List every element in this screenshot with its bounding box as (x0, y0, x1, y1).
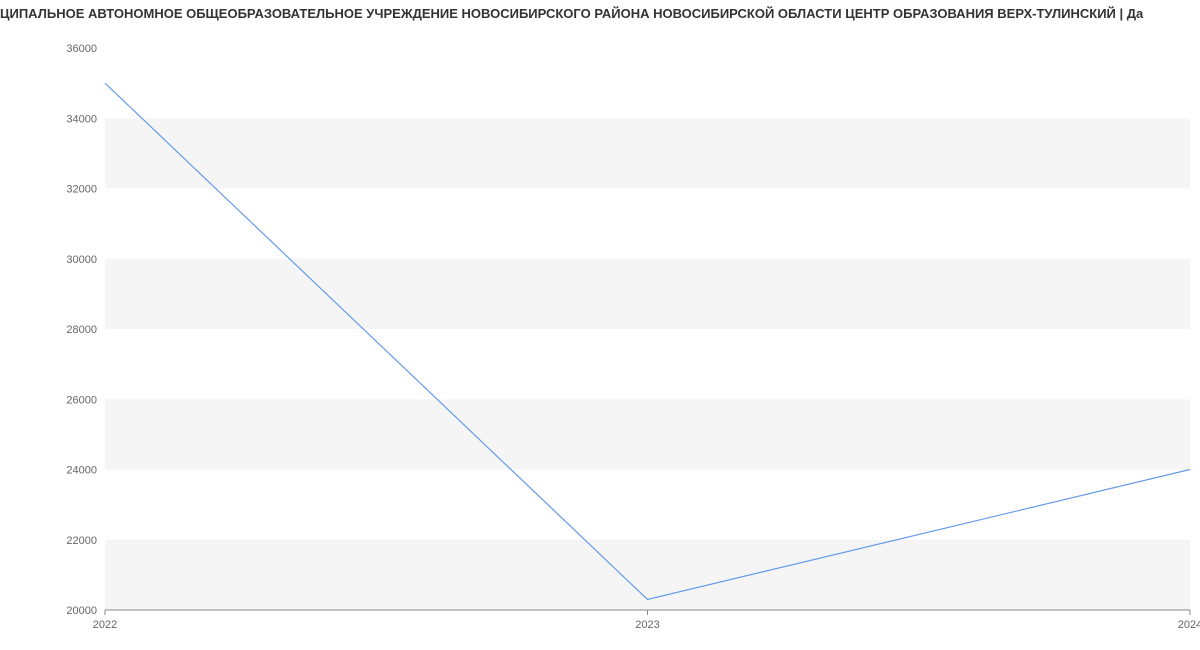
y-tick-label: 32000 (66, 184, 97, 196)
x-tick-label: 2023 (635, 619, 659, 631)
y-tick-label: 28000 (66, 324, 97, 336)
y-tick-label: 36000 (66, 43, 97, 55)
x-tick-label: 2022 (93, 619, 117, 631)
grid-band (105, 259, 1190, 329)
y-tick-label: 22000 (66, 535, 97, 547)
grid-band (105, 399, 1190, 469)
chart-area: 20000 22000 24000 26000 28000 30000 32000 34000… (0, 30, 1200, 650)
y-tick-label: 20000 (66, 605, 97, 617)
y-tick-label: 30000 (66, 254, 97, 266)
x-tick-label: 2024 (1178, 619, 1200, 631)
y-tick-label: 24000 (66, 465, 97, 477)
chart-svg: 20000 22000 24000 26000 28000 30000 32000 34000… (0, 30, 1200, 650)
y-tick-label: 34000 (66, 113, 97, 125)
chart-title: ЦИПАЛЬНОЕ АВТОНОМНОЕ ОБЩЕОБРАЗОВАТЕЛЬНОЕ… (0, 6, 1200, 21)
y-tick-label: 26000 (66, 394, 97, 406)
grid-band (105, 118, 1190, 188)
